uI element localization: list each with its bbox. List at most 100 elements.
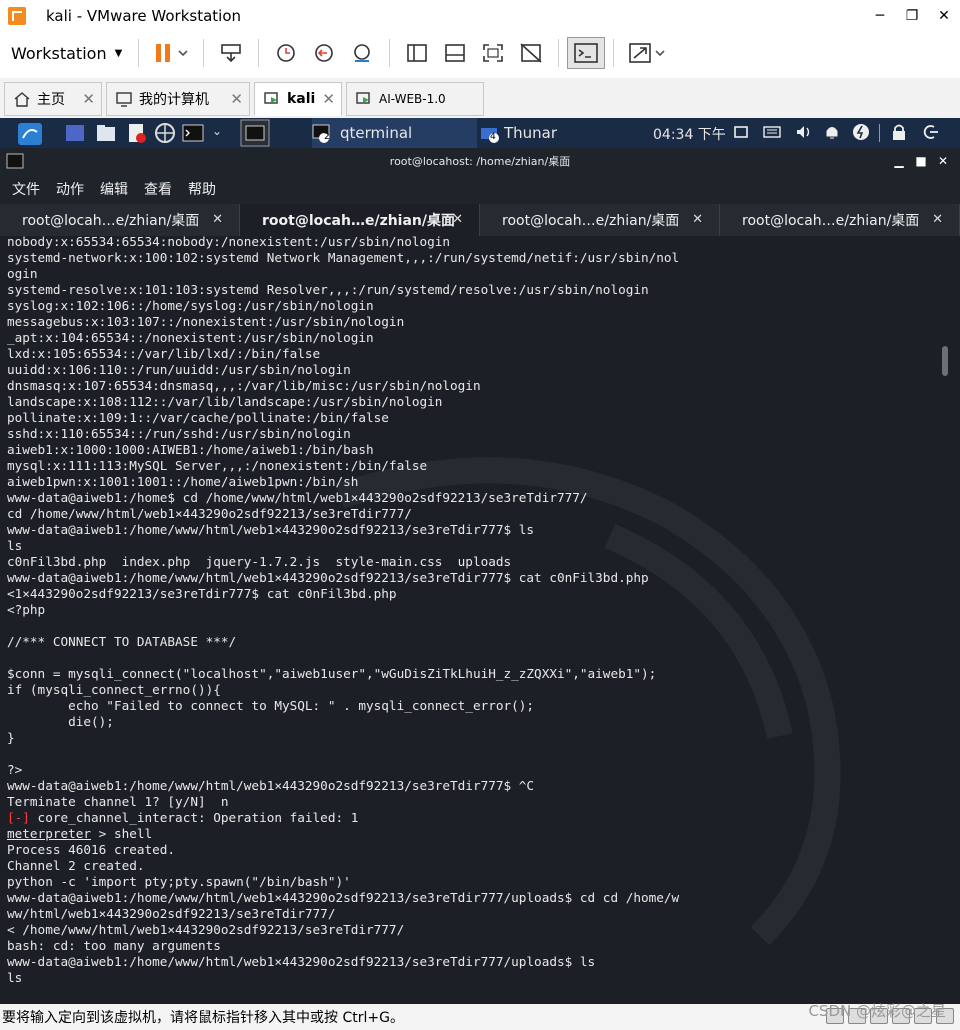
logout-icon[interactable] <box>921 123 939 141</box>
terminal-line: lxd:x:105:65534::/var/lib/lxd/:/bin/fals… <box>7 346 321 361</box>
lock-icon[interactable] <box>891 123 907 141</box>
console-view-button[interactable] <box>436 37 474 69</box>
terminal-tab-label: root@locah…e/zhian/桌面 <box>262 213 456 229</box>
task-badge: 2 <box>324 132 330 142</box>
clock[interactable]: 04:34 下午 <box>653 124 726 144</box>
terminal-line: www-data@aiweb1:/home/www/html/web1×4432… <box>7 954 596 969</box>
terminal-app-icon <box>6 153 24 169</box>
terminal-line: ls <box>7 970 23 985</box>
notification-bell-icon[interactable] <box>823 123 841 141</box>
terminal-line: www-data@aiweb1:/home/www/html/web1×4432… <box>7 890 680 905</box>
tab-home[interactable]: 主页 ✕ <box>4 82 102 116</box>
terminal-tab[interactable]: root@locah…e/zhian/桌面 ✕ <box>0 204 240 236</box>
snapshot-manager-button[interactable] <box>343 37 381 69</box>
window-icon[interactable] <box>733 124 749 140</box>
active-terminal-task-icon[interactable] <box>240 119 270 147</box>
close-icon[interactable]: ✕ <box>452 212 463 227</box>
minimize-button[interactable]: ─ <box>864 0 896 32</box>
power-status-icon[interactable] <box>852 123 870 141</box>
snapshot-button[interactable] <box>267 37 305 69</box>
terminal-line: pollinate:x:109:1::/var/cache/pollinate:… <box>7 410 389 425</box>
tab-ai-web[interactable]: AI-WEB-1.0 <box>346 82 484 116</box>
terminal-maximize-button[interactable]: ■ <box>910 148 932 174</box>
fullscreen-button[interactable] <box>474 37 512 69</box>
sidebar-view-button[interactable] <box>398 37 436 69</box>
terminal-line: if (mysqli_connect_errno()){ <box>7 682 221 697</box>
task-qterminal[interactable]: 2 qterminal <box>312 118 477 148</box>
unity-icon <box>520 43 542 63</box>
terminal-view-button[interactable] <box>567 37 606 69</box>
terminal-scrollbar[interactable] <box>942 346 948 376</box>
browser-icon[interactable] <box>154 122 176 144</box>
task-thunar[interactable]: 4 Thunar <box>480 118 630 148</box>
tab-kali[interactable]: kali ✕ <box>254 82 342 116</box>
terminal-icon <box>574 43 599 63</box>
home-icon <box>14 92 30 107</box>
unity-button[interactable] <box>512 37 550 69</box>
workstation-menu-label: Workstation <box>11 43 107 63</box>
terminal-line: www-data@aiweb1:/home/www/html/web1×4432… <box>7 778 535 793</box>
terminal-line: cd /home/www/html/web1×443290o2sdf92213/… <box>7 506 412 521</box>
terminal-line: <?php <box>7 602 46 617</box>
terminal-line: bash: cd: too many arguments <box>7 938 221 953</box>
terminal-tab-label: root@locah…e/zhian/桌面 <box>502 213 680 229</box>
terminal-line: meterpreter > shell <box>7 826 153 841</box>
files-icon[interactable] <box>95 122 117 144</box>
menu-edit[interactable]: 编辑 <box>100 179 128 199</box>
terminal-output[interactable]: nobody:x:65534:65534:nobody:/nonexistent… <box>0 236 950 1004</box>
menu-view[interactable]: 查看 <box>144 179 172 199</box>
close-icon[interactable]: ✕ <box>212 212 223 227</box>
terminal-line: mysql:x:111:113:MySQL Server,,,:/nonexis… <box>7 458 428 473</box>
revert-snapshot-button[interactable] <box>305 37 343 69</box>
send-keys-button[interactable] <box>212 37 250 69</box>
close-icon[interactable]: ✕ <box>230 90 243 108</box>
terminal-line: www-data@aiweb1:/home/www/html/web1×4432… <box>7 522 535 537</box>
terminal-minimize-button[interactable]: ▁ <box>888 148 910 174</box>
menu-help[interactable]: 帮助 <box>188 179 216 199</box>
vmware-window: kali - VMware Workstation ─ ❐ ✕ Workstat… <box>0 0 960 1030</box>
close-icon[interactable]: ✕ <box>82 90 95 108</box>
terminal-line: c0nFil3bd.php index.php jquery-1.7.2.js … <box>7 554 512 569</box>
close-icon[interactable]: ✕ <box>932 212 943 227</box>
snapshot-manager-icon <box>354 44 371 62</box>
csdn-watermark: CSDN @炫彩@之星 <box>808 1002 946 1020</box>
show-desktop-icon[interactable] <box>64 122 86 144</box>
caret-down-icon: ▼ <box>114 47 123 59</box>
volume-icon[interactable] <box>795 123 813 141</box>
pause-button[interactable] <box>147 37 195 69</box>
keyboard-icon[interactable] <box>763 124 781 140</box>
close-button[interactable]: ✕ <box>928 0 960 32</box>
terminal-line: ogin <box>7 266 38 281</box>
close-icon[interactable]: ✕ <box>322 90 335 108</box>
terminal-line: sshd:x:110:65534::/run/sshd:/usr/sbin/no… <box>7 426 351 441</box>
terminal-titlebar: root@locahost: /home/zhian/桌面 ▁ ■ ✕ <box>0 148 960 174</box>
terminal-menubar: 文件 动作 编辑 查看 帮助 <box>0 174 960 204</box>
terminal-line: aiweb1pwn:x:1001:1001::/home/aiweb1pwn:/… <box>7 474 359 489</box>
terminal-line: dnsmasq:x:107:65534:dnsmasq,,,:/var/lib/… <box>7 378 481 393</box>
terminal-line: ls <box>7 538 23 553</box>
terminal-line: Process 46016 created. <box>7 842 176 857</box>
error-marker: [-] <box>7 810 30 825</box>
stretch-button[interactable] <box>622 37 674 69</box>
snapshot-icon <box>277 44 296 62</box>
menu-file[interactable]: 文件 <box>12 179 40 199</box>
vm-display[interactable]: ⌄ 2 qterminal 4 Thunar 04:34 下午 root@loc… <box>0 118 960 1004</box>
close-icon[interactable]: ✕ <box>692 212 703 227</box>
sidebar-layout-icon <box>407 44 428 62</box>
kali-menu-icon[interactable] <box>16 122 44 146</box>
terminal-launcher-icon[interactable] <box>182 122 208 144</box>
terminal-line: systemd-network:x:100:102:systemd Networ… <box>7 250 680 265</box>
tab-my-computer[interactable]: 我的计算机 ✕ <box>106 82 250 116</box>
task-label: qterminal <box>340 124 413 142</box>
workstation-menu[interactable]: Workstation ▼ <box>11 44 122 63</box>
terminal-tab[interactable]: root@locah…e/zhian/桌面 ✕ <box>480 204 720 236</box>
menu-actions[interactable]: 动作 <box>56 179 84 199</box>
terminal-tab[interactable]: root@locah…e/zhian/桌面 ✕ <box>720 204 960 236</box>
kali-top-panel: ⌄ 2 qterminal 4 Thunar 04:34 下午 <box>0 118 960 148</box>
terminal-tab-active[interactable]: root@locah…e/zhian/桌面 ✕ <box>240 204 480 236</box>
maximize-button[interactable]: ❐ <box>896 0 928 32</box>
text-editor-icon[interactable] <box>126 122 148 144</box>
launcher-caret-icon[interactable]: ⌄ <box>212 124 222 138</box>
terminal-close-button[interactable]: ✕ <box>932 148 954 174</box>
